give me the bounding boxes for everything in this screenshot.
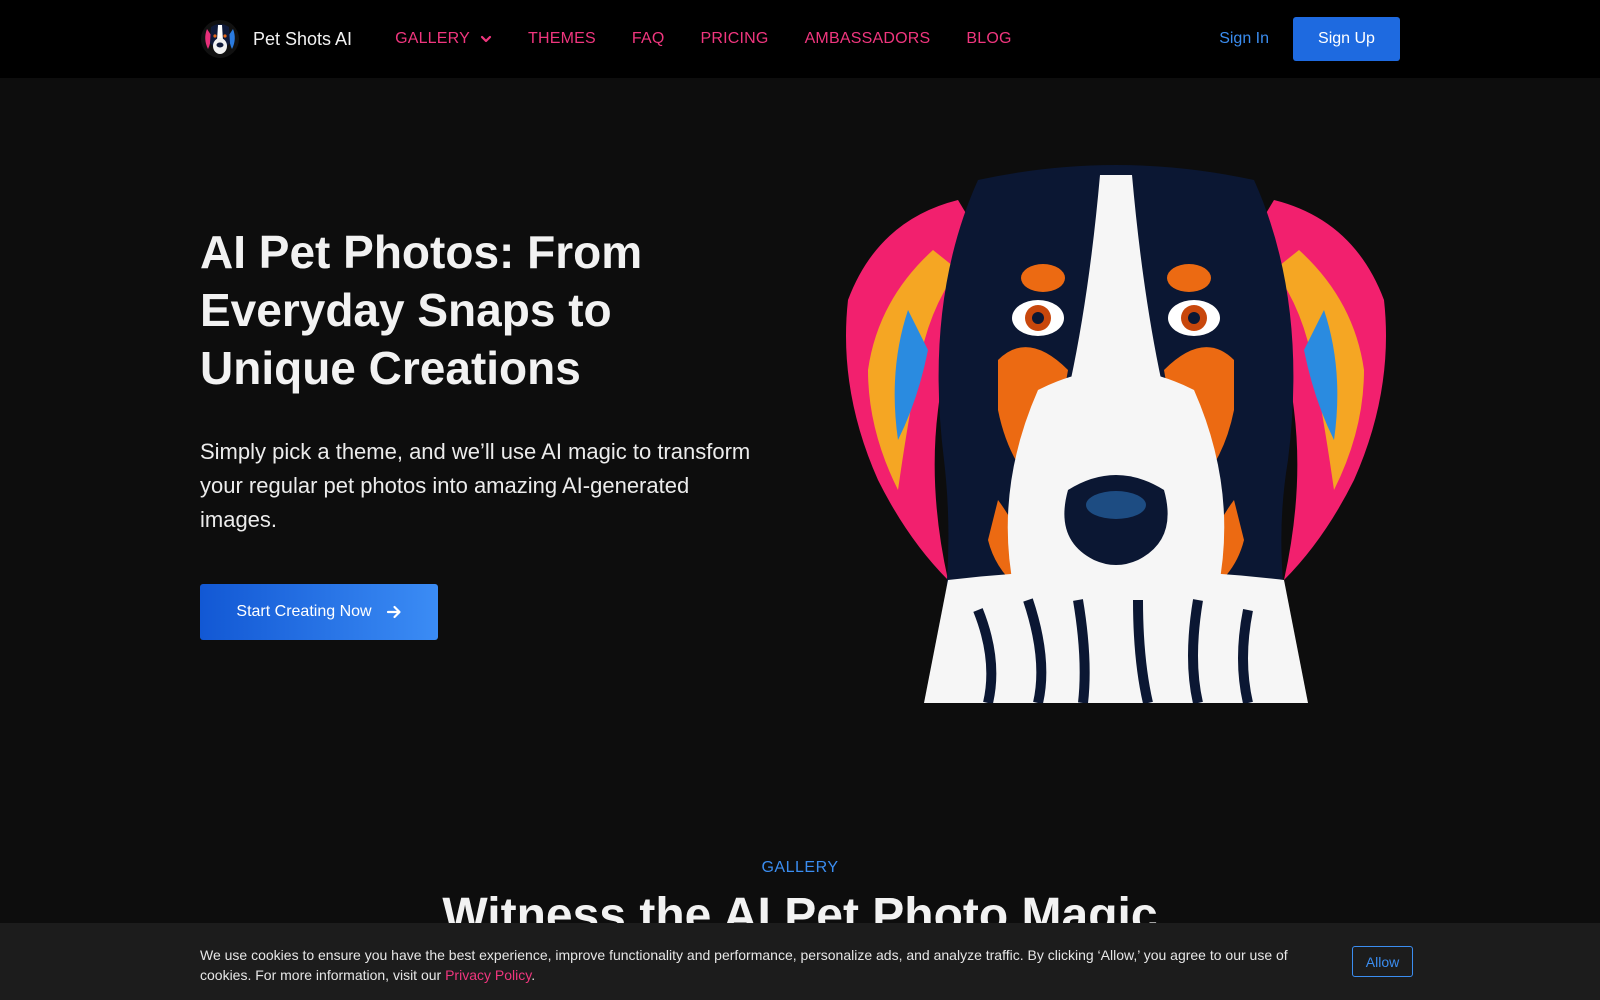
- arrow-right-icon: [386, 605, 401, 619]
- brand-name[interactable]: Pet Shots AI: [253, 29, 352, 50]
- chevron-down-icon: [480, 35, 492, 43]
- nav-ambassadors[interactable]: AMBASSADORS: [805, 30, 931, 48]
- nav-gallery[interactable]: GALLERY: [395, 30, 492, 48]
- nav-gallery-label: GALLERY: [395, 30, 470, 47]
- hero-dog-illustration: [846, 165, 1386, 703]
- dog-logo-icon[interactable]: [200, 19, 240, 59]
- nav-themes[interactable]: THEMES: [528, 30, 596, 48]
- auth-links: Sign In Sign Up: [1219, 17, 1400, 61]
- nav-pricing[interactable]: PRICING: [700, 30, 768, 48]
- cookie-text: We use cookies to ensure you have the be…: [200, 947, 1288, 983]
- privacy-policy-link[interactable]: Privacy Policy: [445, 967, 531, 983]
- start-creating-button[interactable]: Start Creating Now: [200, 584, 438, 640]
- cookie-message: We use cookies to ensure you have the be…: [200, 945, 1310, 985]
- hero-subtitle: Simply pick a theme, and we’ll use AI ma…: [200, 439, 751, 532]
- main-nav: GALLERY THEMES FAQ PRICING AMBASSADORS B…: [395, 30, 1048, 48]
- navbar-inner: Pet Shots AI GALLERY THEMES FAQ PRICING …: [200, 0, 1400, 78]
- start-creating-label: Start Creating Now: [236, 603, 372, 620]
- sign-in-link[interactable]: Sign In: [1219, 30, 1269, 48]
- gallery-section-label: GALLERY: [761, 859, 839, 876]
- sign-up-button[interactable]: Sign Up: [1293, 17, 1400, 61]
- cookie-banner: We use cookies to ensure you have the be…: [0, 923, 1600, 1000]
- top-navbar: Pet Shots AI GALLERY THEMES FAQ PRICING …: [0, 0, 1600, 78]
- nav-blog[interactable]: BLOG: [966, 30, 1011, 48]
- cookie-text-end: .: [531, 967, 536, 983]
- nav-faq[interactable]: FAQ: [632, 30, 665, 48]
- hero-title: AI Pet Photos: From Everyday Snaps to Un…: [200, 226, 643, 394]
- allow-cookies-button[interactable]: Allow: [1352, 946, 1413, 977]
